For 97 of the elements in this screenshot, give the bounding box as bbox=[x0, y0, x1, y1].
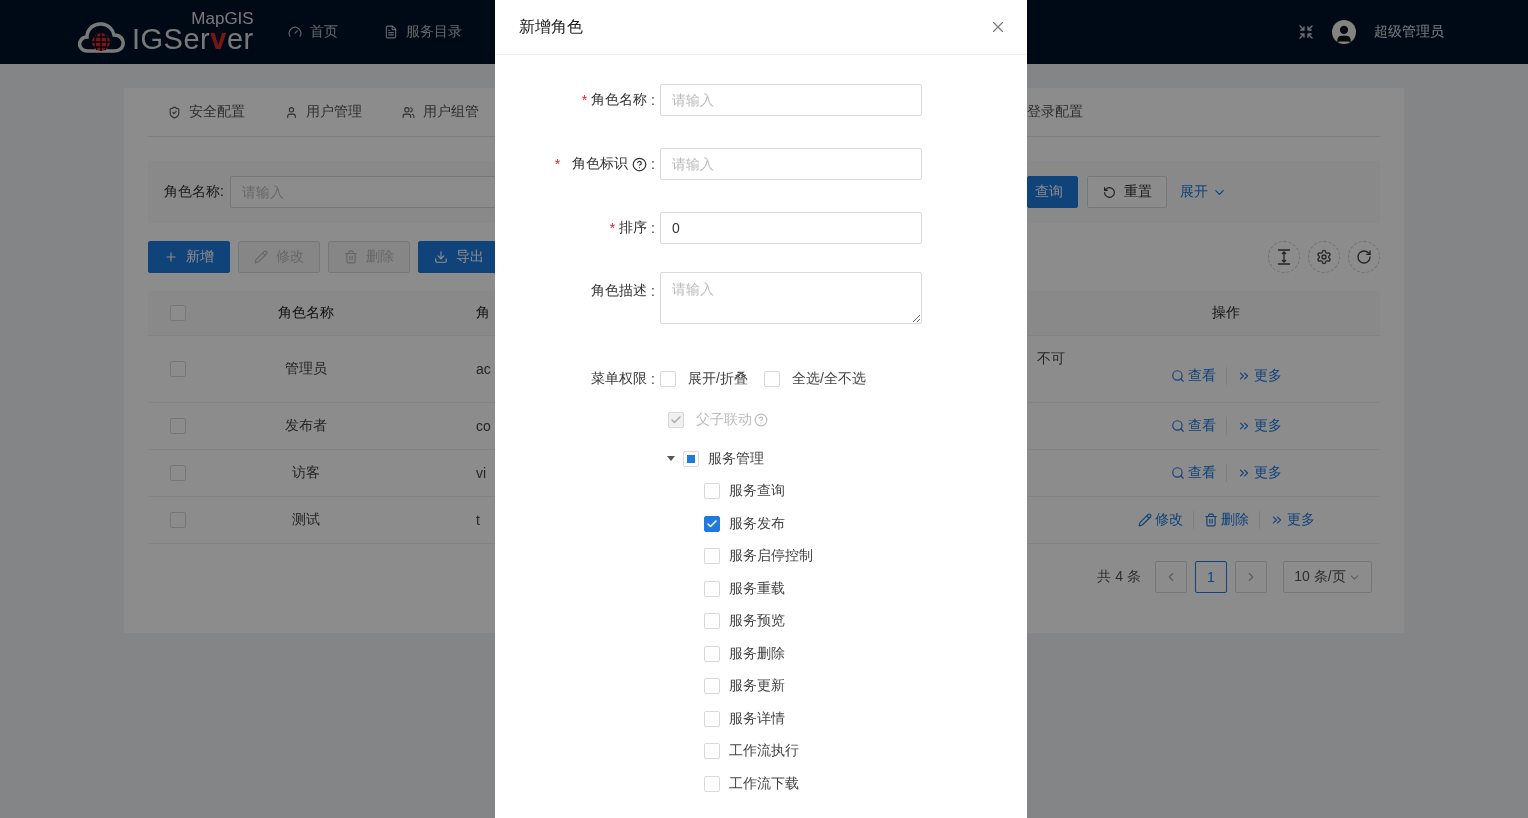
table-cell-text: 管理员 bbox=[284, 360, 328, 378]
shield-icon bbox=[168, 105, 181, 119]
gauge-icon bbox=[287, 25, 302, 39]
query-button[interactable]: 查询 bbox=[1027, 176, 1078, 208]
search-icon bbox=[1170, 419, 1185, 433]
tab[interactable]: 登录配置 bbox=[1027, 103, 1083, 121]
trash-icon bbox=[344, 250, 358, 264]
tree-item-label[interactable]: 服务删除 bbox=[729, 644, 785, 663]
user-icon bbox=[285, 105, 298, 119]
required-mark: * bbox=[609, 220, 616, 236]
reset-icon bbox=[1102, 185, 1116, 199]
tree-item-label[interactable]: 服务重载 bbox=[729, 579, 785, 598]
field-label: 角色名称: bbox=[164, 183, 224, 201]
action-link[interactable]: 更多 bbox=[1225, 367, 1292, 385]
tree-item-label[interactable]: 服务发布 bbox=[729, 514, 785, 533]
nav-item[interactable]: 服务目录 bbox=[383, 23, 462, 41]
label-colon: : bbox=[651, 220, 655, 236]
fullscreen-icon[interactable] bbox=[1298, 24, 1314, 40]
dialog-title: 新增角色 bbox=[519, 16, 583, 37]
trash-icon bbox=[1203, 513, 1218, 527]
search-icon bbox=[1170, 369, 1185, 383]
checkbox[interactable] bbox=[660, 371, 676, 387]
label-colon: : bbox=[651, 283, 655, 299]
action-link[interactable]: 更多 bbox=[1225, 464, 1292, 482]
table-cell-text: 访客 bbox=[291, 464, 321, 482]
field-label: 角色名称 bbox=[591, 91, 648, 109]
action-link[interactable]: 删除 bbox=[1192, 511, 1259, 529]
next-page-button[interactable] bbox=[1235, 561, 1267, 593]
check-icon bbox=[706, 517, 718, 530]
tree-item-label[interactable]: 服务预览 bbox=[729, 612, 785, 631]
tree-checkbox[interactable] bbox=[704, 515, 720, 532]
field-label: 角色标识 bbox=[572, 155, 629, 173]
label-colon: : bbox=[651, 371, 655, 387]
expand-link[interactable]: 展开 bbox=[1180, 183, 1227, 201]
label-colon: : bbox=[651, 92, 655, 108]
previous-page-button[interactable] bbox=[1155, 561, 1187, 593]
users-icon bbox=[402, 105, 415, 119]
input-field[interactable]: 请输入 bbox=[660, 148, 922, 180]
required-mark: * bbox=[554, 156, 561, 172]
table-cell-text: ac bbox=[475, 361, 491, 377]
table-cell-text: 测试 bbox=[291, 511, 321, 529]
checkbox-label[interactable]: 展开/折叠 bbox=[688, 370, 748, 388]
textarea-field[interactable]: 请输入 bbox=[660, 272, 922, 324]
action-link[interactable]: 查看 bbox=[1160, 367, 1226, 385]
action-link[interactable]: 查看 bbox=[1160, 417, 1226, 435]
label-colon: : bbox=[651, 156, 655, 172]
checkbox-label[interactable]: 全选/全不选 bbox=[791, 370, 866, 388]
user-name[interactable]: 超级管理员 bbox=[1374, 23, 1444, 41]
download-icon bbox=[434, 250, 448, 264]
tree-item-label[interactable]: 服务管理 bbox=[708, 449, 764, 468]
required-mark: * bbox=[581, 92, 588, 108]
caret-icon[interactable] bbox=[667, 455, 675, 462]
tree-item-label[interactable]: 服务查询 bbox=[729, 482, 785, 501]
refresh-icon bbox=[1356, 249, 1372, 265]
tree-item-label[interactable]: 服务启停控制 bbox=[729, 547, 813, 566]
nav-item[interactable]: 首页 bbox=[287, 23, 338, 41]
toolbar-button[interactable]: 新增 bbox=[148, 241, 230, 273]
action-link[interactable]: 查看 bbox=[1160, 464, 1226, 482]
pencil-icon bbox=[1137, 513, 1152, 527]
plus-icon bbox=[164, 250, 178, 264]
tree-item-label[interactable]: 服务更新 bbox=[729, 677, 785, 696]
input-field[interactable]: 请输入 bbox=[660, 84, 922, 116]
page-button[interactable]: 1 bbox=[1195, 561, 1227, 593]
pencil-icon bbox=[254, 250, 268, 264]
input-field[interactable]: 0 bbox=[660, 212, 922, 244]
table-cell-text: 发布者 bbox=[284, 417, 328, 435]
table-cell-text: co bbox=[475, 418, 491, 434]
checkbox[interactable] bbox=[763, 371, 780, 387]
field-label: 菜单权限 bbox=[591, 370, 648, 388]
document-icon bbox=[383, 25, 398, 39]
table-cell: 不可 bbox=[1037, 350, 1065, 366]
field-label: 角色描述 bbox=[591, 282, 648, 300]
column-header: 角色名称 bbox=[277, 304, 335, 322]
tree-item-label[interactable]: 工作流执行 bbox=[729, 742, 799, 761]
column-header: 操作 bbox=[1211, 304, 1241, 322]
tab[interactable]: 安全配置 bbox=[168, 103, 245, 121]
column-header: 角 bbox=[475, 304, 490, 322]
action-link[interactable]: 修改 bbox=[1127, 511, 1193, 529]
action-link[interactable]: 更多 bbox=[1225, 417, 1292, 435]
height-icon bbox=[1277, 249, 1291, 265]
logo-subtitle: MapGIS bbox=[191, 10, 254, 27]
avatar[interactable] bbox=[1332, 20, 1356, 44]
total-count: 共 4 条 bbox=[1097, 568, 1141, 586]
tab[interactable]: 用户组管 bbox=[402, 103, 479, 121]
reset-button[interactable]: 重置 bbox=[1087, 176, 1167, 208]
tree-item-label[interactable]: 工作流下载 bbox=[729, 774, 799, 793]
settings-icon bbox=[1316, 249, 1332, 265]
field-label: 排序 bbox=[619, 219, 648, 237]
search-icon bbox=[1170, 466, 1185, 480]
tab[interactable]: 用户管理 bbox=[285, 103, 362, 121]
tree-item-label[interactable]: 服务详情 bbox=[729, 709, 785, 728]
table-cell-text: t bbox=[475, 512, 480, 528]
page-size-select[interactable]: 10 条/页 bbox=[1283, 561, 1372, 593]
help-icon[interactable] bbox=[632, 156, 648, 172]
toolbar-button[interactable]: 导出 bbox=[418, 241, 495, 273]
action-link[interactable]: 更多 bbox=[1258, 511, 1325, 529]
table-cell-text: vi bbox=[475, 465, 487, 481]
